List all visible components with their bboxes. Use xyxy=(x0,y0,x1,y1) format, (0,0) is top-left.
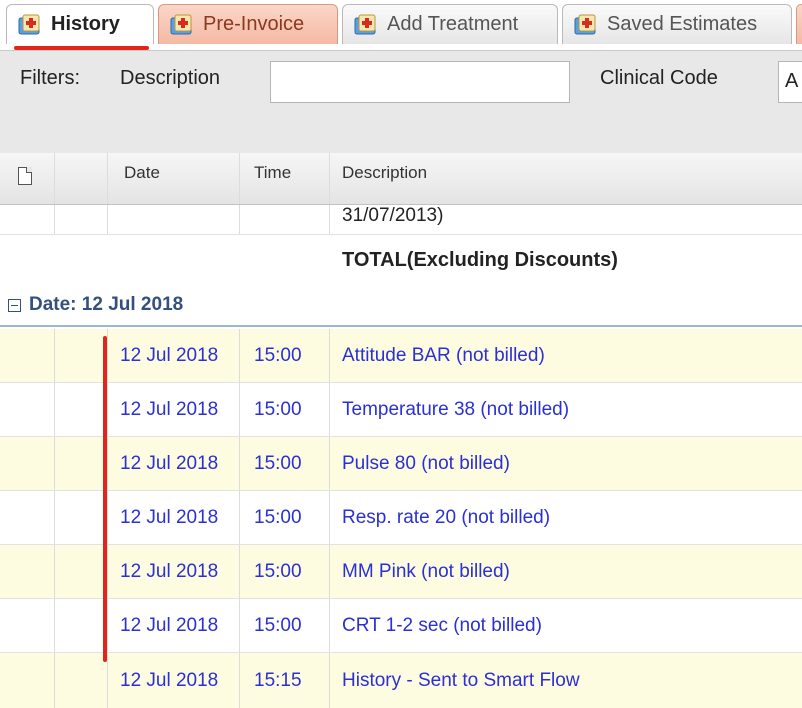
row-time[interactable]: 15:00 xyxy=(240,599,330,652)
row-description[interactable]: Pulse 80 (not billed) xyxy=(330,437,802,490)
clinical-code-filter-label: Clinical Code xyxy=(600,67,718,89)
row-time[interactable]: 15:00 xyxy=(240,383,330,436)
table-row[interactable]: 12 Jul 2018 15:00 CRT 1-2 sec (not bille… xyxy=(0,599,802,653)
row-cell xyxy=(108,205,240,234)
description-header[interactable]: Description xyxy=(330,153,802,204)
tab-bar: History Pre-Invoice Add Treatment Saved … xyxy=(0,0,802,50)
tab-label: History xyxy=(51,13,120,35)
tab-label: Saved Estimates xyxy=(607,13,758,35)
row-description[interactable]: Temperature 38 (not billed) xyxy=(330,383,802,436)
tab-pre-invoice[interactable]: Pre-Invoice xyxy=(158,4,338,44)
total-row: TOTAL(Excluding Discounts) xyxy=(0,235,802,285)
tab-label: Pre-Invoice xyxy=(203,13,305,35)
clinical-code-value: A xyxy=(785,70,799,92)
table-row[interactable]: 31/07/2013) xyxy=(0,205,802,235)
row-time[interactable]: 15:00 xyxy=(240,545,330,598)
row-cell xyxy=(55,653,108,708)
row-cell xyxy=(0,599,55,652)
row-cell xyxy=(55,599,108,652)
blank-header xyxy=(55,153,108,204)
row-cell xyxy=(0,491,55,544)
row-time[interactable]: 15:00 xyxy=(240,329,330,382)
table-row[interactable]: 12 Jul 2018 15:15 History - Sent to Smar… xyxy=(0,653,802,708)
row-cell xyxy=(0,383,55,436)
table-row[interactable]: 12 Jul 2018 15:00 MM Pink (not billed) xyxy=(0,545,802,599)
table-row[interactable]: 12 Jul 2018 15:00 Pulse 80 (not billed) xyxy=(0,437,802,491)
tab-history[interactable]: History xyxy=(6,4,154,44)
tab-partial[interactable] xyxy=(796,4,802,44)
description-filter-label: Description xyxy=(120,67,221,89)
row-cell xyxy=(0,437,55,490)
medical-folder-icon xyxy=(17,12,43,38)
grid-header: Date Time Description xyxy=(0,153,802,205)
row-cell xyxy=(0,653,55,708)
medical-folder-icon xyxy=(169,12,195,38)
row-date[interactable]: 12 Jul 2018 xyxy=(108,545,240,598)
select-all-header[interactable] xyxy=(0,153,55,204)
medical-folder-icon xyxy=(573,12,599,38)
row-cell xyxy=(0,329,55,382)
total-label: TOTAL(Excluding Discounts) xyxy=(342,248,618,271)
row-date[interactable]: 12 Jul 2018 xyxy=(108,599,240,652)
row-date[interactable]: 12 Jul 2018 xyxy=(108,653,240,708)
row-time[interactable]: 15:15 xyxy=(240,653,330,708)
row-description[interactable]: CRT 1-2 sec (not billed) xyxy=(330,599,802,652)
filters-label: Filters: xyxy=(20,67,80,89)
row-time[interactable]: 15:00 xyxy=(240,491,330,544)
row-cell xyxy=(55,545,108,598)
filters-bar: Filters: Description Clinical Code A xyxy=(0,50,802,154)
row-cell xyxy=(55,329,108,382)
row-cell xyxy=(55,205,108,234)
time-header[interactable]: Time xyxy=(240,153,330,204)
table-row[interactable]: 12 Jul 2018 15:00 Temperature 38 (not bi… xyxy=(0,383,802,437)
table-row[interactable]: 12 Jul 2018 15:00 Resp. rate 20 (not bil… xyxy=(0,491,802,545)
row-description[interactable]: Attitude BAR (not billed) xyxy=(330,329,802,382)
table-row[interactable]: 12 Jul 2018 15:00 Attitude BAR (not bill… xyxy=(0,329,802,383)
row-date[interactable]: 12 Jul 2018 xyxy=(108,437,240,490)
row-cell xyxy=(55,383,108,436)
row-description[interactable]: Resp. rate 20 (not billed) xyxy=(330,491,802,544)
row-description: 31/07/2013) xyxy=(342,205,444,226)
row-date[interactable]: 12 Jul 2018 xyxy=(108,491,240,544)
row-cell xyxy=(0,205,55,234)
tab-add-treatment[interactable]: Add Treatment xyxy=(342,4,558,44)
tab-saved-estimates[interactable]: Saved Estimates xyxy=(562,4,792,44)
tab-label: Add Treatment xyxy=(387,13,519,35)
row-cell xyxy=(55,437,108,490)
clinical-code-select[interactable]: A xyxy=(778,61,802,103)
row-cell xyxy=(55,491,108,544)
row-date[interactable]: 12 Jul 2018 xyxy=(108,383,240,436)
medical-folder-icon xyxy=(353,12,379,38)
row-description[interactable]: History - Sent to Smart Flow xyxy=(330,653,802,708)
collapse-icon[interactable] xyxy=(8,298,21,312)
document-icon xyxy=(18,167,32,185)
row-cell xyxy=(0,545,55,598)
group-label: Date: 12 Jul 2018 xyxy=(29,294,184,315)
highlight-bracket-line xyxy=(103,336,107,662)
row-date[interactable]: 12 Jul 2018 xyxy=(108,329,240,382)
date-header[interactable]: Date xyxy=(108,153,240,204)
row-cell xyxy=(240,205,330,234)
row-time[interactable]: 15:00 xyxy=(240,437,330,490)
description-filter-input[interactable] xyxy=(270,61,570,103)
row-description[interactable]: MM Pink (not billed) xyxy=(330,545,802,598)
date-group-header[interactable]: Date: 12 Jul 2018 xyxy=(0,285,802,327)
